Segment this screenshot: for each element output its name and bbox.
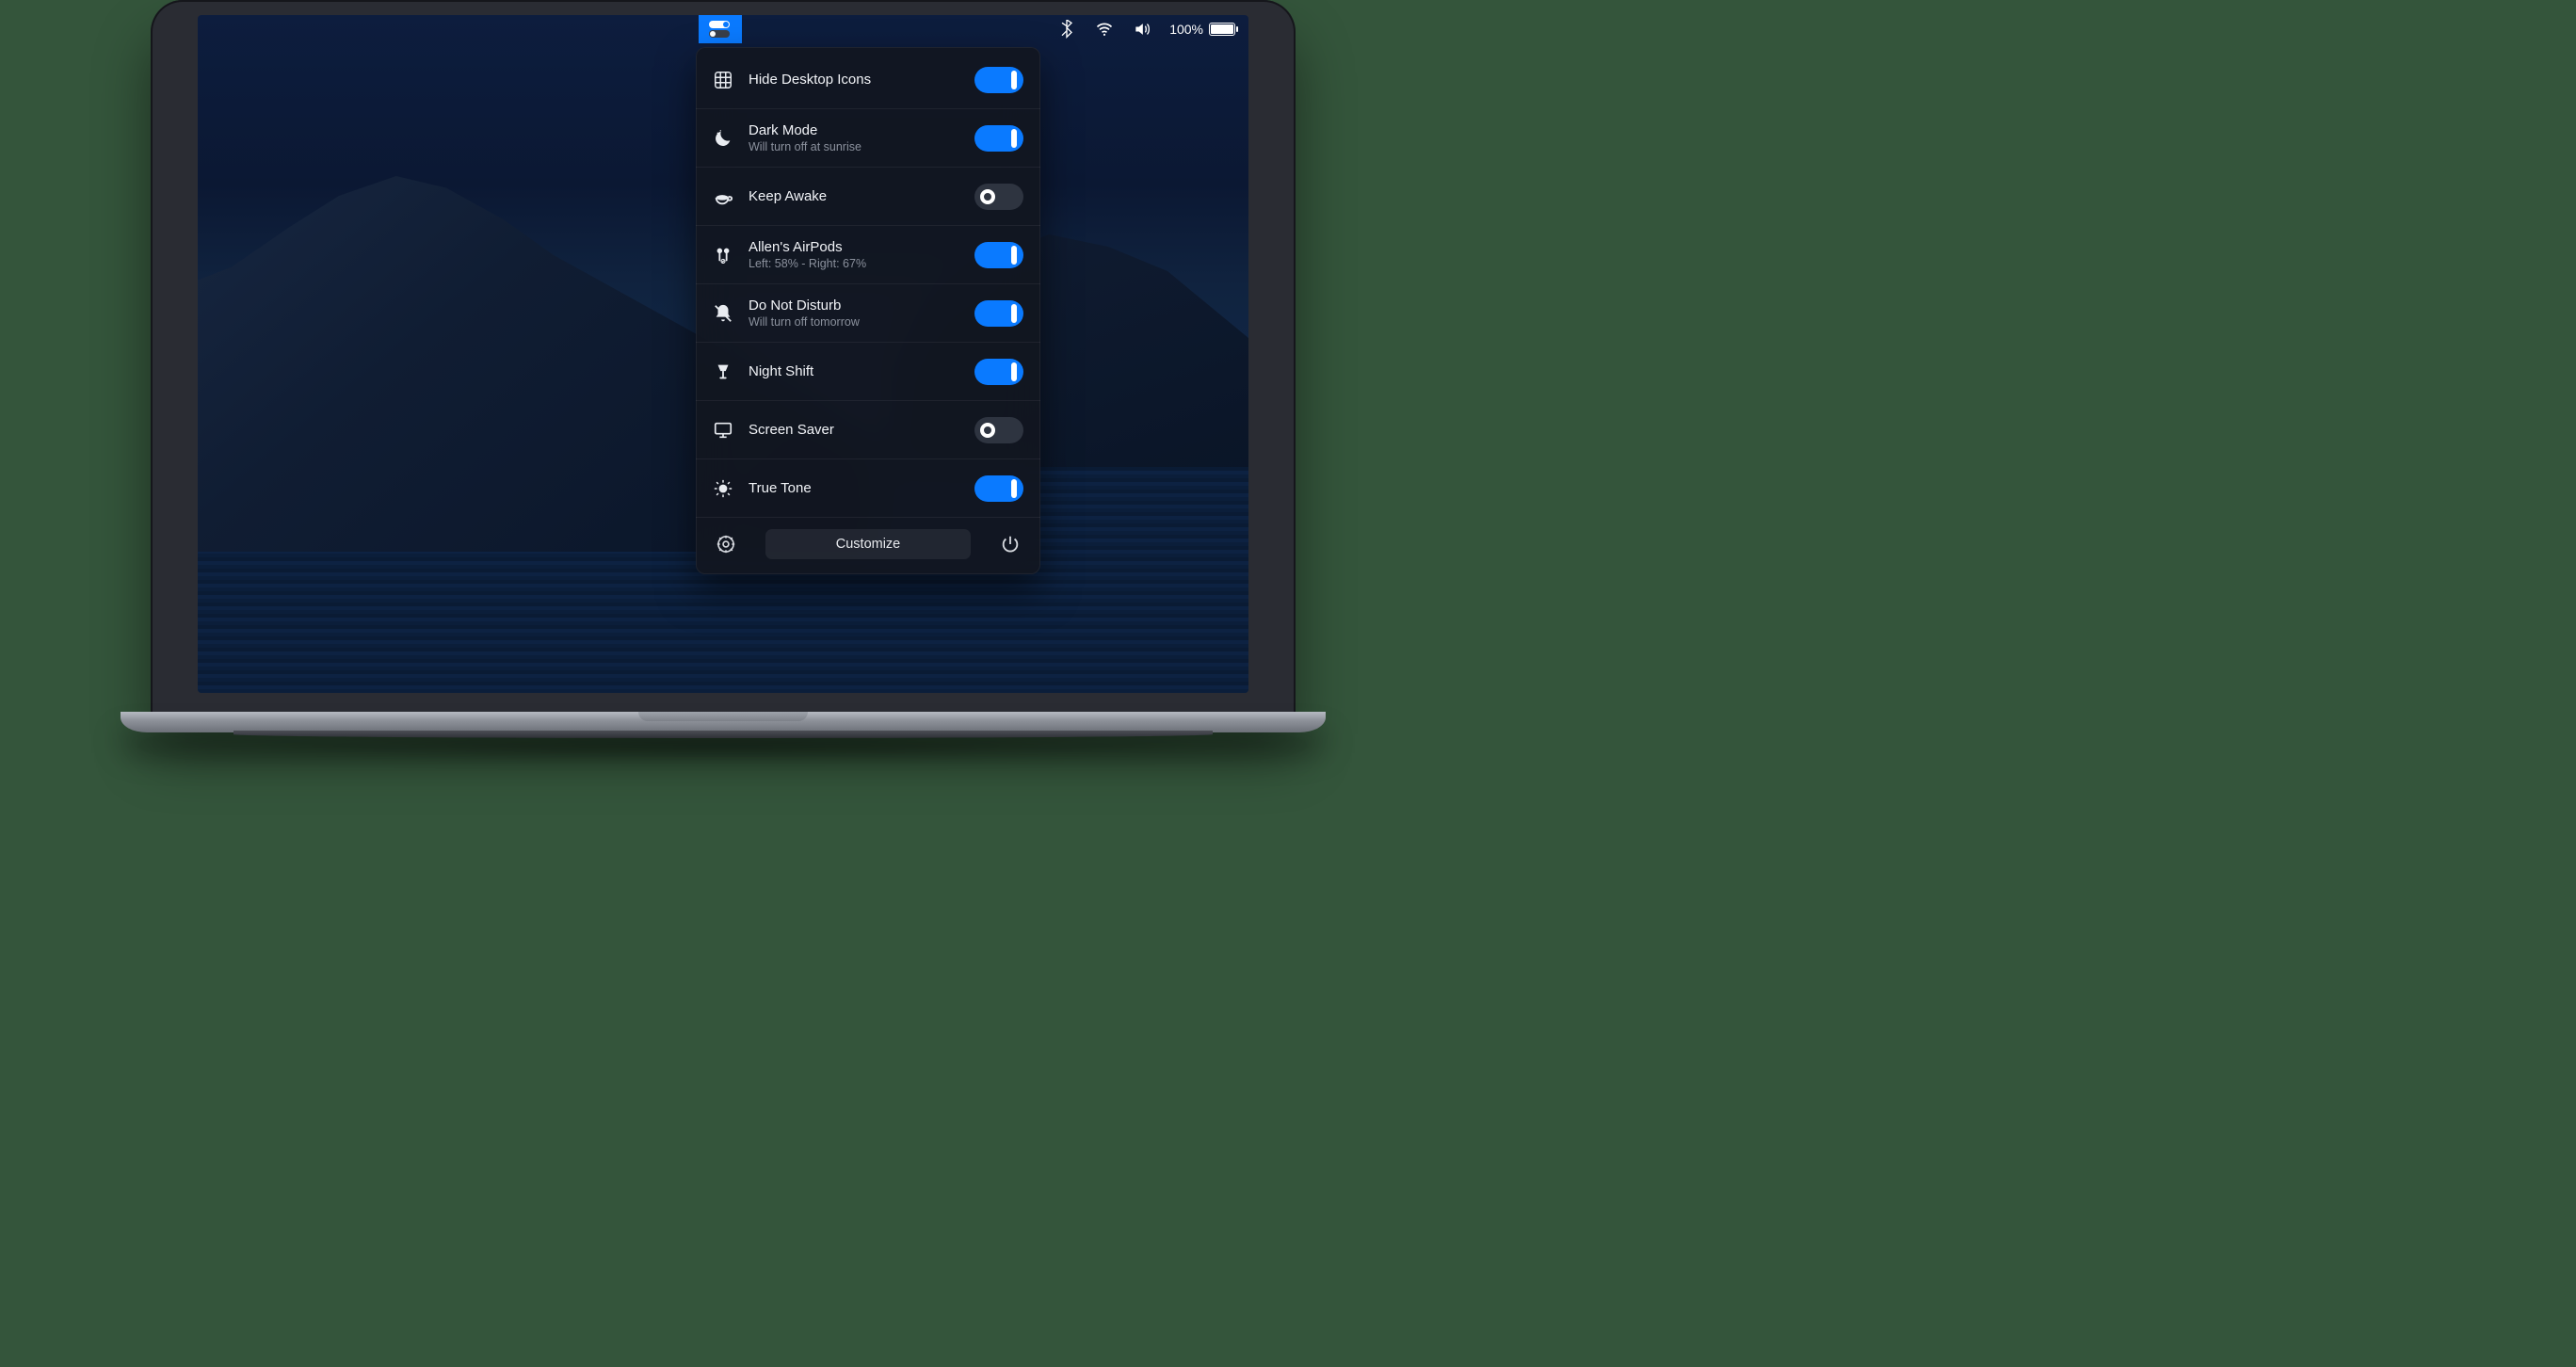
row-subtitle: Will turn off tomorrow [749, 315, 961, 329]
row-text: True Tone [749, 480, 961, 496]
row-title: True Tone [749, 480, 961, 496]
screen: 100% Hide Desktop Icons [198, 15, 1248, 693]
customize-label: Customize [836, 537, 901, 552]
toggle-airpods[interactable] [974, 242, 1023, 268]
row-screen-saver[interactable]: Screen Saver [696, 401, 1040, 459]
row-text: Dark Mode Will turn off at sunrise [749, 122, 961, 153]
row-title: Do Not Disturb [749, 298, 961, 314]
row-title: Keep Awake [749, 188, 961, 204]
row-true-tone[interactable]: True Tone [696, 459, 1040, 518]
row-text: Night Shift [749, 363, 961, 379]
row-text: Allen's AirPods Left: 58% - Right: 67% [749, 239, 961, 270]
toggle-night-shift[interactable] [974, 359, 1023, 385]
menubar: 100% [198, 15, 1248, 43]
row-title: Screen Saver [749, 422, 961, 438]
toggle-dark-mode[interactable] [974, 125, 1023, 152]
wifi-icon[interactable] [1094, 20, 1115, 39]
battery-text: 100% [1169, 22, 1203, 37]
battery-status[interactable]: 100% [1169, 22, 1235, 37]
moon-icon [711, 128, 735, 149]
volume-icon[interactable] [1132, 20, 1152, 39]
bluetooth-icon[interactable] [1056, 20, 1077, 39]
grid-icon [711, 70, 735, 90]
toggle-keep-awake[interactable] [974, 184, 1023, 210]
toggles-icon [709, 20, 732, 39]
toggle-dnd[interactable] [974, 300, 1023, 327]
monitor-icon [711, 420, 735, 441]
row-title: Allen's AirPods [749, 239, 961, 255]
toggle-hide-desktop-icons[interactable] [974, 67, 1023, 93]
lamp-icon [711, 362, 735, 382]
row-subtitle: Will turn off at sunrise [749, 140, 961, 153]
panel-footer: Customize [696, 518, 1040, 574]
toggle-true-tone[interactable] [974, 475, 1023, 502]
dnd-icon [711, 303, 735, 324]
row-text: Keep Awake [749, 188, 961, 204]
row-text: Hide Desktop Icons [749, 72, 961, 88]
row-text: Do Not Disturb Will turn off tomorrow [749, 298, 961, 329]
row-title: Dark Mode [749, 122, 961, 138]
laptop-lid: 100% Hide Desktop Icons [151, 0, 1296, 716]
row-subtitle: Left: 58% - Right: 67% [749, 257, 961, 270]
coffee-icon [711, 186, 735, 207]
truetone-icon [711, 478, 735, 499]
row-dark-mode[interactable]: Dark Mode Will turn off at sunrise [696, 109, 1040, 168]
row-title: Hide Desktop Icons [749, 72, 961, 88]
dropdown-panel: Hide Desktop Icons Dark Mode Will turn o… [696, 47, 1040, 574]
airpods-icon [711, 245, 735, 265]
row-airpods[interactable]: Allen's AirPods Left: 58% - Right: 67% [696, 226, 1040, 284]
row-night-shift[interactable]: Night Shift [696, 343, 1040, 401]
row-hide-desktop-icons[interactable]: Hide Desktop Icons [696, 51, 1040, 109]
battery-icon [1209, 23, 1235, 36]
row-keep-awake[interactable]: Keep Awake [696, 168, 1040, 226]
row-title: Night Shift [749, 363, 961, 379]
laptop-foot [233, 731, 1213, 738]
gear-icon[interactable] [713, 534, 739, 555]
row-text: Screen Saver [749, 422, 961, 438]
laptop-base [121, 712, 1326, 732]
laptop-notch [638, 712, 808, 721]
toggle-screen-saver[interactable] [974, 417, 1023, 443]
laptop-frame: 100% Hide Desktop Icons [151, 0, 1296, 768]
power-icon[interactable] [997, 534, 1023, 555]
row-do-not-disturb[interactable]: Do Not Disturb Will turn off tomorrow [696, 284, 1040, 343]
customize-button[interactable]: Customize [765, 529, 971, 559]
app-menubar-button[interactable] [699, 15, 742, 43]
